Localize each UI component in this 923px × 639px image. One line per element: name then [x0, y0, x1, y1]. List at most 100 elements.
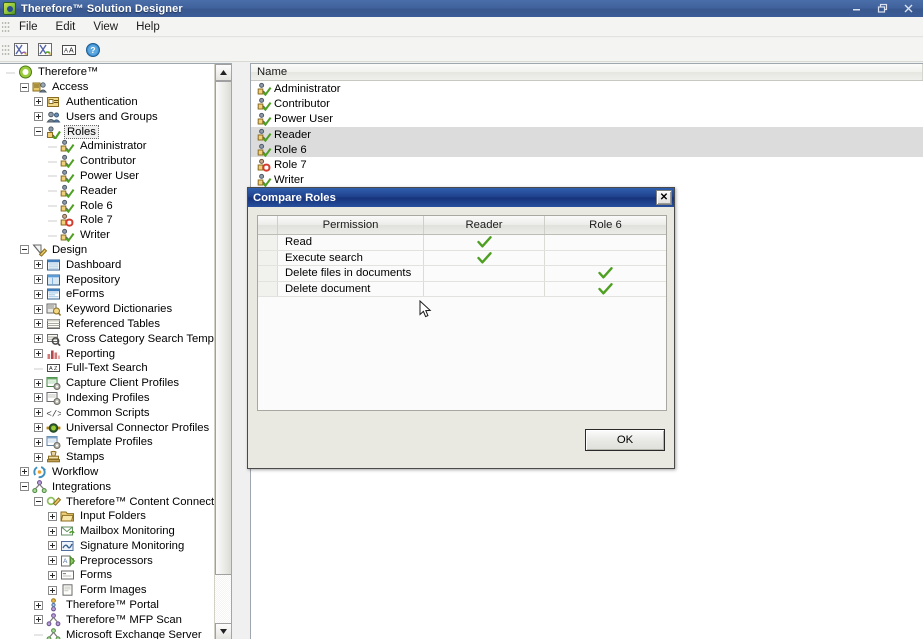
tree-item-stamps[interactable]: Stamps [0, 450, 214, 465]
menu-item-help[interactable]: Help [127, 19, 169, 35]
tree-expander-plus-icon[interactable] [34, 379, 43, 388]
tree-item-signature-monitoring[interactable]: Signature Monitoring [0, 539, 214, 554]
tree-expander-plus-icon[interactable] [34, 290, 43, 299]
tree-item-roles[interactable]: Roles [0, 124, 214, 139]
tree-expander-plus-icon[interactable] [34, 97, 43, 106]
tree-item-power-user[interactable]: Power User [0, 169, 214, 184]
new-solution-icon[interactable] [10, 40, 32, 60]
tree-item-microsoft-exchange-server[interactable]: Microsoft Exchange Server [0, 627, 214, 639]
tree-expander-plus-icon[interactable] [34, 319, 43, 328]
tree-expander-plus-icon[interactable] [48, 527, 57, 536]
tree-item-cross-category-search-templates[interactable]: Cross Category Search Templates [0, 331, 214, 346]
list-item[interactable]: Contributor [251, 96, 923, 111]
tree-expander-plus-icon[interactable] [48, 541, 57, 550]
menu-item-file[interactable]: File [10, 19, 47, 35]
tree-expander-minus-icon[interactable] [20, 482, 29, 491]
tree-item-full-text-search[interactable]: AZFull-Text Search [0, 361, 214, 376]
list-item[interactable]: Role 7 [251, 157, 923, 172]
tree-expander-plus-icon[interactable] [34, 423, 43, 432]
restore-button[interactable] [869, 1, 895, 16]
dialog-close-button[interactable]: ✕ [656, 190, 672, 205]
column-header-name[interactable]: Name [251, 64, 923, 80]
scroll-up-button[interactable] [215, 64, 232, 81]
tree-expander-plus-icon[interactable] [34, 601, 43, 610]
tree-vertical-scrollbar[interactable] [214, 64, 231, 639]
menu-item-view[interactable]: View [84, 19, 127, 35]
tree-expander-plus-icon[interactable] [34, 393, 43, 402]
tree-expander-plus-icon[interactable] [34, 260, 43, 269]
tree-expander-plus-icon[interactable] [34, 275, 43, 284]
tree-item-reader[interactable]: Reader [0, 183, 214, 198]
ok-button[interactable]: OK [585, 429, 665, 451]
table-row[interactable]: Read [258, 235, 666, 251]
list-item[interactable]: Writer [251, 173, 923, 188]
table-row[interactable]: Delete files in documents [258, 266, 666, 282]
tree-expander-plus-icon[interactable] [34, 112, 43, 121]
tree-item-forms[interactable]: Forms [0, 568, 214, 583]
list-item[interactable]: Role 6 [251, 142, 923, 157]
tree-item-administrator[interactable]: Administrator [0, 139, 214, 154]
tree-item-preprocessors[interactable]: APreprocessors [0, 553, 214, 568]
list-item[interactable]: Administrator [251, 81, 923, 96]
tree-item-capture-client-profiles[interactable]: Capture Client Profiles [0, 376, 214, 391]
minimize-button[interactable] [843, 1, 869, 16]
tree-item-referenced-tables[interactable]: Referenced Tables [0, 317, 214, 332]
tree-expander-plus-icon[interactable] [48, 512, 57, 521]
tree-item-form-images[interactable]: Form Images [0, 583, 214, 598]
tree-item-mailbox-monitoring[interactable]: Mailbox Monitoring [0, 524, 214, 539]
tree-expander-plus-icon[interactable] [34, 438, 43, 447]
table-row[interactable]: Execute search [258, 251, 666, 267]
tree-item-access[interactable]: Access [0, 80, 214, 95]
tree-expander-plus-icon[interactable] [48, 586, 57, 595]
tree-expander-plus-icon[interactable] [20, 467, 29, 476]
tree-item-indexing-profiles[interactable]: Indexing Profiles [0, 391, 214, 406]
list-item[interactable]: Reader [251, 127, 923, 142]
tree-item-template-profiles[interactable]: Template Profiles [0, 435, 214, 450]
tree-item-eforms[interactable]: eForms [0, 287, 214, 302]
list-item[interactable]: Power User [251, 112, 923, 127]
tree-expander-plus-icon[interactable] [34, 408, 43, 417]
tree-item-contributor[interactable]: Contributor [0, 154, 214, 169]
tree-item-workflow[interactable]: Workflow [0, 465, 214, 480]
grid-header-reader: Reader [424, 216, 545, 234]
tree-item-design[interactable]: Design [0, 243, 214, 258]
tree-expander-plus-icon[interactable] [34, 305, 43, 314]
tree-expander-plus-icon[interactable] [34, 334, 43, 343]
tree-expander-plus-icon[interactable] [48, 571, 57, 580]
menu-item-edit[interactable]: Edit [47, 19, 85, 35]
tree-item-therefore-portal[interactable]: Therefore™ Portal [0, 598, 214, 613]
tree-item-therefore[interactable]: Therefore™ [0, 65, 214, 80]
tree-item-role-7[interactable]: Role 7 [0, 213, 214, 228]
tree-expander-plus-icon[interactable] [34, 615, 43, 624]
open-solution-icon[interactable] [34, 40, 56, 60]
close-button[interactable] [895, 1, 921, 16]
help-icon[interactable]: ? [82, 40, 104, 60]
tree-expander-minus-icon[interactable] [34, 127, 43, 136]
tree-item-therefore-content-connector[interactable]: Therefore™ Content Connector [0, 494, 214, 509]
tree-expander-minus-icon[interactable] [20, 83, 29, 92]
tree-item-authentication[interactable]: Authentication [0, 95, 214, 110]
tree-item-universal-connector-profiles[interactable]: Universal Connector Profiles [0, 420, 214, 435]
scroll-down-button[interactable] [215, 623, 232, 639]
tree-expander-minus-icon[interactable] [34, 497, 43, 506]
table-row[interactable]: Delete document [258, 282, 666, 298]
tree-item-common-scripts[interactable]: </>Common Scripts [0, 405, 214, 420]
tree-item-keyword-dictionaries[interactable]: Keyword Dictionaries [0, 302, 214, 317]
tree-item-input-folders[interactable]: Input Folders [0, 509, 214, 524]
tree-expander-plus-icon[interactable] [48, 556, 57, 565]
tree-expander-minus-icon[interactable] [20, 245, 29, 254]
navigation-tree[interactable]: Therefore™AccessAuthenticationUsers and … [0, 64, 214, 639]
rename-text-icon[interactable]: A A [58, 40, 80, 60]
tree-item-role-6[interactable]: Role 6 [0, 198, 214, 213]
tree-item-therefore-mfp-scan[interactable]: Therefore™ MFP Scan [0, 612, 214, 627]
tree-item-users-and-groups[interactable]: Users and Groups [0, 109, 214, 124]
tree-item-dashboard[interactable]: Dashboard [0, 257, 214, 272]
tree-expander-plus-icon[interactable] [34, 349, 43, 358]
scroll-track[interactable] [215, 81, 232, 623]
tree-expander-plus-icon[interactable] [34, 453, 43, 462]
scroll-thumb[interactable] [215, 81, 232, 575]
tree-item-writer[interactable]: Writer [0, 228, 214, 243]
tree-item-reporting[interactable]: Reporting [0, 346, 214, 361]
tree-item-integrations[interactable]: Integrations [0, 479, 214, 494]
tree-item-repository[interactable]: Repository [0, 272, 214, 287]
